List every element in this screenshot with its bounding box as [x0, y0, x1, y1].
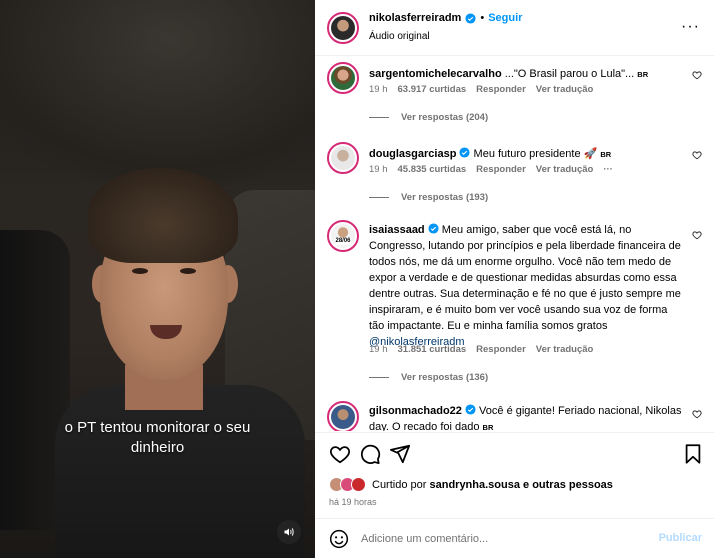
view-replies-button[interactable]: Ver respostas (204) [369, 112, 488, 123]
comment-username[interactable]: douglasgarciasp [369, 148, 456, 160]
mute-button[interactable] [277, 520, 301, 544]
comment-text: isaiassaad Meu amigo, saber que você est… [369, 222, 685, 350]
post-actions: Curtido por sandrynha.sousa e outras pes… [315, 432, 714, 510]
comment-text: gilsonmachado22 Você é gigante! Feriado … [369, 403, 685, 431]
reply-button[interactable]: Responder [476, 164, 526, 175]
video-person-hair [88, 168, 238, 263]
comment-item: sargentomichelecarvalho ..."O Brasil par… [315, 62, 714, 132]
comment-username[interactable]: gilsonmachado22 [369, 405, 462, 417]
comment-time: 19 h [369, 344, 388, 355]
country-tag: BR [637, 70, 649, 79]
avatar[interactable] [327, 401, 359, 431]
view-replies-button[interactable]: Ver respostas (193) [369, 192, 488, 203]
more-options-button[interactable]: ··· [681, 18, 700, 36]
avatar[interactable]: 28/06 [327, 220, 359, 252]
post-timestamp[interactable]: há 19 horas [329, 497, 377, 507]
country-tag: BR [482, 423, 494, 431]
comment-item: douglasgarciasp Meu futuro presidente 🚀 … [315, 142, 714, 212]
translate-button[interactable]: Ver tradução [536, 164, 594, 175]
separator-dot: • [480, 12, 485, 24]
comment-input[interactable] [361, 529, 641, 549]
reply-button[interactable]: Responder [476, 344, 526, 355]
avatar-date-label: 28/06 [335, 238, 351, 245]
verified-icon [465, 404, 476, 415]
country-tag: BR [600, 150, 612, 159]
liked-by-row: Curtido por sandrynha.sousa e outras pes… [329, 477, 613, 492]
verified-icon [459, 147, 471, 158]
post-details-panel: nikolasferreiradm • Seguir Áudio origina… [315, 0, 714, 558]
avatar[interactable] [327, 62, 359, 94]
video-player[interactable]: o PT tentou monitorar o seu dinheiro [0, 0, 315, 558]
liked-by-prefix: Curtido por [372, 478, 427, 491]
liked-by-text: Curtido por sandrynha.sousa e outras pes… [372, 479, 613, 491]
comment-likes[interactable]: 31.851 curtidas [398, 344, 467, 355]
comment-likes[interactable]: 63.917 curtidas [398, 84, 467, 95]
liked-by-others[interactable]: e outras pessoas [523, 479, 613, 491]
speaker-icon [284, 528, 294, 536]
emoji-icon[interactable] [329, 529, 349, 549]
replies-line [369, 377, 389, 378]
publish-button[interactable]: Publicar [659, 532, 702, 544]
like-comment-icon[interactable] [692, 230, 702, 240]
replies-line [369, 197, 389, 198]
video-person-shirt [55, 385, 305, 558]
verified-icon [428, 223, 439, 234]
avatar [351, 477, 366, 492]
replies-line [369, 117, 389, 118]
comment-meta: 19 h 45.835 curtidas Responder Ver tradu… [369, 164, 613, 175]
heart-icon[interactable] [329, 443, 351, 465]
post-author-username[interactable]: nikolasferreiradm [369, 12, 461, 24]
verified-icon [465, 12, 476, 24]
reply-button[interactable]: Responder [476, 84, 526, 95]
comment-text: sargentomichelecarvalho ..."O Brasil par… [369, 66, 685, 83]
share-icon[interactable] [389, 443, 411, 465]
avatar[interactable] [327, 12, 359, 44]
video-background [0, 0, 315, 190]
avatar[interactable] [327, 142, 359, 174]
translate-button[interactable]: Ver tradução [536, 344, 594, 355]
comment-username[interactable]: isaiassaad [369, 224, 425, 236]
audio-link[interactable]: Áudio original [369, 31, 430, 42]
liked-by-user[interactable]: sandrynha.sousa [429, 479, 519, 491]
comment-meta: 19 h 63.917 curtidas Responder Ver tradu… [369, 84, 593, 95]
like-comment-icon[interactable] [692, 409, 702, 419]
comment-body: ..."O Brasil parou o Lula"... [504, 68, 635, 80]
comment-text: douglasgarciasp Meu futuro presidente 🚀 … [369, 146, 685, 163]
view-replies-button[interactable]: Ver respostas (136) [369, 372, 488, 383]
video-caption: o PT tentou monitorar o seu dinheiro [64, 419, 251, 456]
comment-time: 19 h [369, 84, 388, 95]
translate-button[interactable]: Ver tradução [536, 84, 594, 95]
replies-label: Ver respostas (204) [401, 112, 489, 123]
like-comment-icon[interactable] [692, 70, 702, 80]
comment-body: Meu futuro presidente 🚀 [473, 148, 598, 160]
post-header: nikolasferreiradm • Seguir Áudio origina… [315, 0, 714, 56]
video-person-eye [132, 268, 148, 274]
comment-username[interactable]: sargentomichelecarvalho [369, 68, 502, 80]
comment-more-button[interactable]: ··· [603, 164, 613, 175]
bookmark-icon[interactable] [682, 443, 704, 465]
video-person-eye [180, 268, 196, 274]
comment-item: 28/06 isaiassaad Meu amigo, saber que vo… [315, 220, 714, 390]
replies-label: Ver respostas (136) [401, 372, 489, 383]
follow-button[interactable]: Seguir [488, 12, 522, 24]
comment-meta: 19 h 31.851 curtidas Responder Ver tradu… [369, 344, 593, 355]
like-comment-icon[interactable] [692, 150, 702, 160]
comment-icon[interactable] [359, 443, 381, 465]
comment-time: 19 h [369, 164, 388, 175]
replies-label: Ver respostas (193) [401, 192, 489, 203]
comment-likes[interactable]: 45.835 curtidas [398, 164, 467, 175]
add-comment-bar: Publicar [315, 518, 714, 558]
comment-item: gilsonmachado22 Você é gigante! Feriado … [315, 401, 714, 431]
comment-body: Meu amigo, saber que você está lá, no Co… [369, 224, 681, 332]
